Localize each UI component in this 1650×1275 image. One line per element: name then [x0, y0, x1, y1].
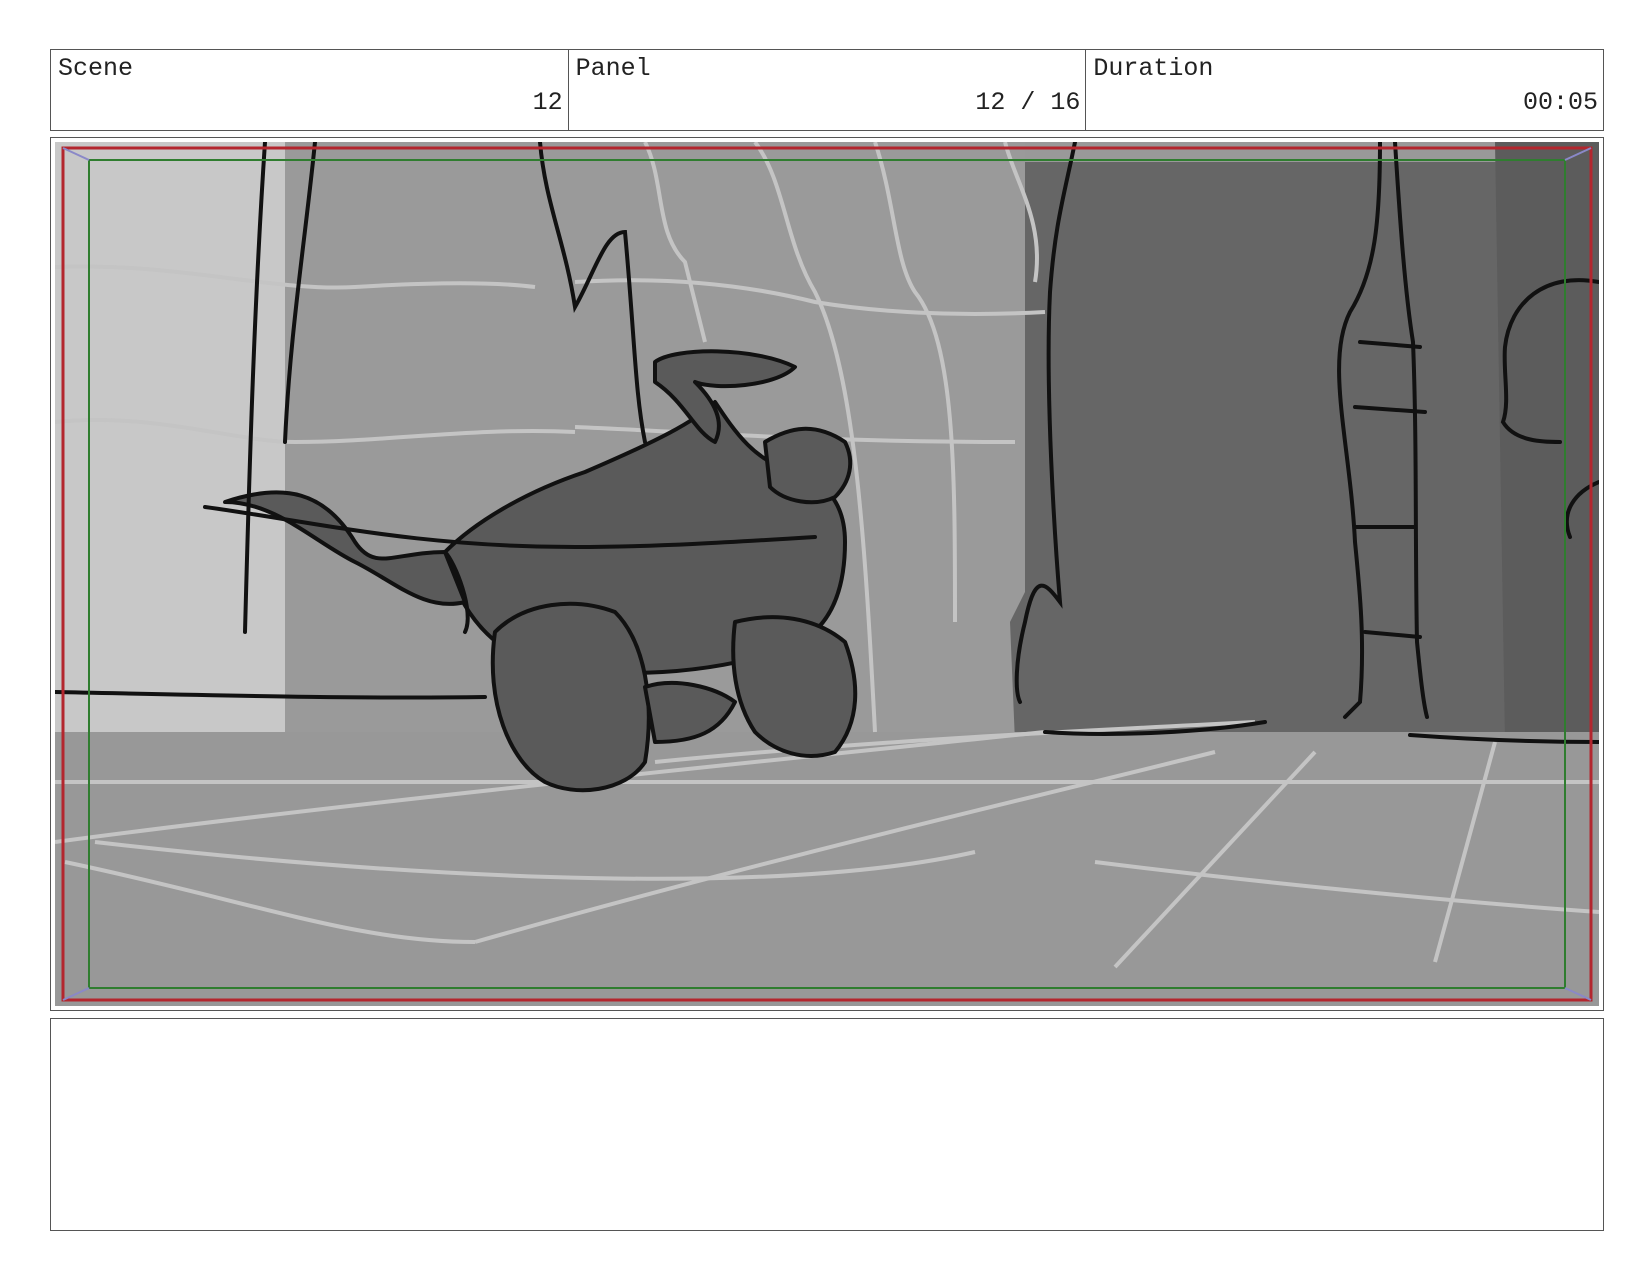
scene-label: Scene [58, 54, 134, 83]
duration-cell: Duration 00:05 [1086, 50, 1603, 130]
notes-box[interactable] [50, 1018, 1604, 1231]
scene-number: 12 [532, 88, 563, 117]
storyboard-frame [50, 137, 1604, 1011]
storyboard-sketch [55, 142, 1599, 1006]
scene-cell: Scene 12 [51, 50, 569, 130]
duration-value: 00:05 [1523, 88, 1599, 117]
panel-cell: Panel 12 / 16 [569, 50, 1087, 130]
duration-label: Duration [1093, 54, 1214, 83]
panel-number: 12 / 16 [975, 88, 1081, 117]
panel-header: Scene 12 Panel 12 / 16 Duration 00:05 [50, 49, 1604, 131]
panel-label: Panel [575, 54, 651, 83]
